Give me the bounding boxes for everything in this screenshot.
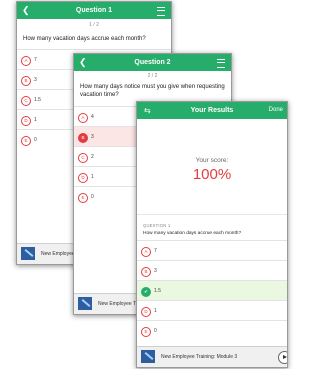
option-letter-badge: A [78,113,88,123]
question-text: How many vacation days accrue each month… [23,36,146,42]
option-text: 2 [91,154,94,160]
course-thumbnail [78,297,92,310]
answer-option[interactable]: A7 [137,240,287,261]
question-text: How many days notice must you give when … [80,84,225,98]
answer-option[interactable]: E0 [137,320,287,341]
question-text: How many vacation days accrue each month… [143,231,242,236]
answer-option[interactable]: ✔ 1.5 [137,280,287,301]
question-counter: 1 / 2 [89,22,99,28]
header-bar: ❮ Question 1 [17,2,171,19]
option-letter-badge: A [141,247,151,257]
answer-option[interactable]: D1 [137,300,287,321]
course-title: New Employee Training: Module 3 [161,354,238,360]
option-text: 1.5 [34,97,41,103]
option-letter-badge: E [78,193,88,203]
results-screen: ⇆ Your Results Done Your score: 100% QUE… [136,101,288,368]
score-value: 100% [192,166,232,183]
option-text: 3 [154,268,157,274]
question-counter: 2 / 2 [147,73,158,79]
header-bar: ❮ Question 2 [74,54,231,71]
option-letter-badge: B [78,133,88,143]
option-text: 0 [154,328,157,334]
option-text: 7 [154,248,157,254]
check-icon: ✔ [141,287,151,297]
option-letter-badge: D [21,116,31,126]
course-thumbnail [21,247,35,260]
option-text: 1 [91,174,94,180]
option-text: 0 [34,137,37,143]
menu-icon[interactable] [157,7,165,16]
play-icon[interactable] [278,351,287,364]
course-thumbnail [141,350,155,363]
option-text: 0 [91,194,94,200]
score-label: Your score: [195,157,229,164]
screen-title: Question 2 [134,59,171,66]
header-bar: ⇆ Your Results Done [137,102,287,119]
done-button[interactable]: Done [269,102,283,119]
screen-title: Your Results [190,107,234,114]
course-footer: New Employee Training: Module 3 [137,346,287,367]
question-number: QUESTION 1 [143,223,171,228]
option-letter-badge: D [78,173,88,183]
option-letter-badge: D [141,307,151,317]
option-text: 3 [34,77,37,83]
answer-option[interactable]: B3 [137,260,287,281]
option-text: 3 [91,134,94,140]
option-text: 4 [91,114,94,120]
option-letter-badge: E [141,327,151,337]
option-text: 1 [154,308,157,314]
section-divider [137,214,287,215]
option-text: 7 [34,57,37,63]
option-letter-badge: C [78,153,88,163]
menu-icon[interactable] [217,59,225,68]
option-text: 1 [34,117,37,123]
option-letter-badge: A [21,56,31,66]
option-letter-badge: B [21,76,31,86]
option-letter-badge: B [141,267,151,277]
option-letter-badge: C [21,96,31,106]
option-text: 1.5 [154,288,161,294]
option-letter-badge: E [21,136,31,146]
screen-title: Question 1 [75,7,113,14]
